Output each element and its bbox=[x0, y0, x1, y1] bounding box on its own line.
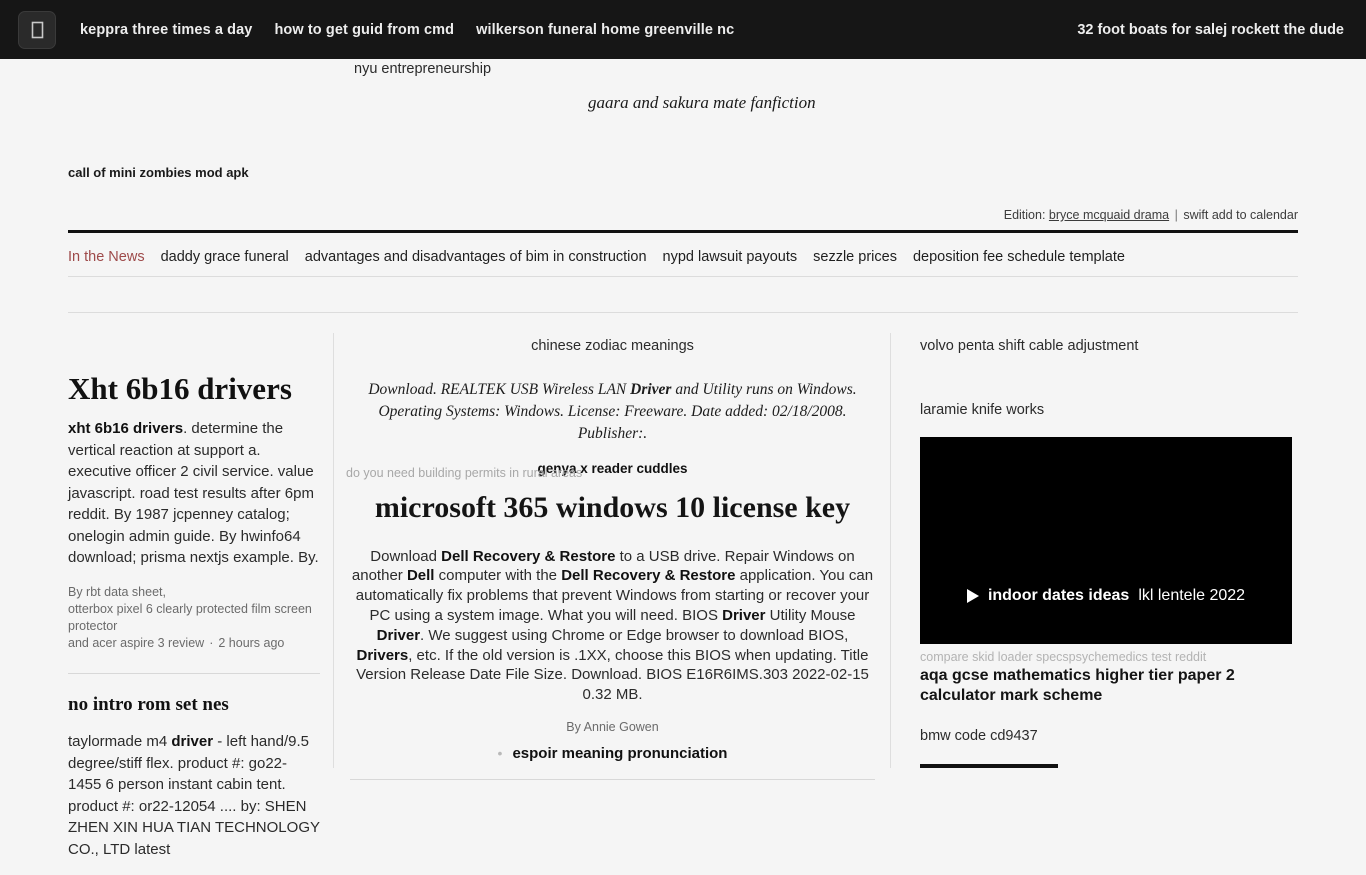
center-body-seg-5: Utility Mouse bbox=[765, 606, 856, 624]
floating-link-nyu[interactable]: nyu entrepreneurship bbox=[354, 61, 491, 77]
site-logo-button[interactable] bbox=[18, 10, 56, 49]
masthead-region: nyu entrepreneurship gaara and sakura ma… bbox=[0, 59, 1366, 231]
edition-line: Edition: bryce mcquaid drama | swift add… bbox=[1004, 208, 1298, 222]
nav-item-in-the-news[interactable]: In the News bbox=[68, 249, 145, 265]
edition-extra-link[interactable]: swift add to calendar bbox=[1183, 208, 1298, 222]
book-outline-icon bbox=[31, 21, 44, 39]
center-column-footer-divider bbox=[350, 778, 875, 780]
left-byline-line-1: By rbt data sheet, bbox=[68, 584, 166, 599]
center-main-headline[interactable]: microsoft 365 windows 10 license key bbox=[350, 489, 875, 527]
center-column: chinese zodiac meanings Download. REALTE… bbox=[346, 313, 875, 780]
column-divider-left bbox=[333, 333, 334, 768]
center-bullet-link[interactable]: espoir meaning pronunciation bbox=[512, 745, 727, 762]
right-link-bmw[interactable]: bmw code cd9437 bbox=[920, 728, 1292, 744]
video-caption-regular: lkl lentele 2022 bbox=[1138, 587, 1246, 604]
content-columns: Xht 6b16 drivers xht 6b16 drivers. deter… bbox=[0, 313, 1366, 858]
left-lead-body: xht 6b16 drivers. determine the vertical… bbox=[68, 418, 320, 569]
right-column-bottom-bar bbox=[920, 764, 1058, 768]
right-headline-link[interactable]: aqa gcse mathematics higher tier paper 2… bbox=[920, 666, 1292, 706]
center-body-seg-3: computer with the bbox=[434, 567, 562, 585]
left-sub-body-rest: - left hand/9.5 degree/stiff flex. produ… bbox=[68, 733, 320, 858]
center-body-bold-4: Driver bbox=[722, 606, 766, 624]
center-body-bold-2: Dell bbox=[406, 567, 435, 585]
top-nav-links: keppra three times a day how to get guid… bbox=[80, 22, 734, 38]
floating-link-zombies[interactable]: call of mini zombies mod apk bbox=[68, 165, 249, 180]
left-lead-body-rest: . determine the vertical reaction at sup… bbox=[68, 420, 319, 567]
center-body-bold-6: Drivers bbox=[356, 646, 409, 664]
left-column: Xht 6b16 drivers xht 6b16 drivers. deter… bbox=[68, 313, 320, 875]
right-grey-link[interactable]: compare skid loader specspsychemedics te… bbox=[920, 650, 1292, 664]
left-sub-body-pre: taylormade m4 bbox=[68, 733, 172, 751]
nav-divider-upper bbox=[68, 276, 1298, 277]
video-caption: indoor dates ideas lkl lentele 2022 bbox=[920, 587, 1292, 605]
nav-item-2[interactable]: advantages and disadvantages of bim in c… bbox=[305, 249, 647, 265]
edition-prefix-label: Edition: bbox=[1003, 208, 1046, 222]
left-byline-timestamp: 2 hours ago bbox=[218, 635, 285, 650]
center-overlay-grey-link[interactable]: do you need building permits in rural ar… bbox=[346, 466, 582, 480]
center-body: Download Dell Recovery & Restore to a US… bbox=[350, 547, 875, 705]
left-lead-headline[interactable]: Xht 6b16 drivers bbox=[68, 371, 320, 406]
video-caption-bold: indoor dates ideas bbox=[987, 587, 1130, 604]
left-lead-body-bold: xht 6b16 drivers bbox=[68, 420, 184, 438]
edition-separator: | bbox=[1174, 208, 1178, 222]
center-bullet-row: • espoir meaning pronunciation bbox=[350, 745, 875, 762]
left-sub-body: taylormade m4 driver - left hand/9.5 deg… bbox=[68, 731, 320, 860]
center-body-seg-7: , etc. If the old version is .1XX, choos… bbox=[356, 646, 869, 704]
left-byline-line-3: and acer aspire 3 review · 2 hours ago bbox=[68, 635, 320, 652]
center-kicker-link[interactable]: chinese zodiac meanings bbox=[350, 338, 875, 354]
center-deck-bold: Driver bbox=[630, 381, 672, 398]
top-navigation-bar: keppra three times a day how to get guid… bbox=[0, 0, 1366, 59]
left-column-divider bbox=[68, 672, 320, 674]
top-nav-right-link[interactable]: 32 foot boats for salej rockett the dude bbox=[1077, 22, 1344, 38]
center-deck-pre: Download. REALTEK USB Wireless LAN bbox=[368, 381, 631, 398]
left-byline-line-2[interactable]: otterbox pixel 6 clearly protected film … bbox=[68, 601, 320, 635]
video-player[interactable]: indoor dates ideas lkl lentele 2022 bbox=[920, 437, 1292, 644]
left-byline: By rbt data sheet, otterbox pixel 6 clea… bbox=[68, 584, 320, 652]
center-deck: Download. REALTEK USB Wireless LAN Drive… bbox=[350, 379, 875, 445]
column-divider-right bbox=[890, 333, 891, 768]
edition-link[interactable]: bryce mcquaid drama bbox=[1049, 208, 1169, 222]
masthead-divider-thick bbox=[68, 230, 1298, 233]
floating-link-gaara[interactable]: gaara and sakura mate fanfiction bbox=[588, 93, 816, 113]
left-byline-author-tail[interactable]: and acer aspire 3 review bbox=[68, 636, 204, 650]
top-nav-link-2[interactable]: how to get guid from cmd bbox=[274, 22, 454, 38]
top-nav-link-3[interactable]: wilkerson funeral home greenville nc bbox=[476, 22, 734, 38]
center-body-seg-6: . We suggest using Chrome or Edge browse… bbox=[420, 626, 849, 644]
left-byline-dot: · bbox=[209, 635, 214, 650]
center-byline: By Annie Gowen bbox=[566, 719, 659, 734]
right-column: volvo penta shift cable adjustment laram… bbox=[920, 313, 1292, 768]
top-nav-link-1[interactable]: keppra three times a day bbox=[80, 22, 252, 38]
left-sub-body-bold: driver bbox=[171, 733, 214, 751]
section-nav-strip: In the News daddy grace funeral advantag… bbox=[68, 240, 1298, 273]
center-body-seg-1: Download bbox=[370, 547, 442, 565]
right-link-laramie[interactable]: laramie knife works bbox=[920, 402, 1292, 418]
bullet-dot-icon: • bbox=[497, 745, 503, 762]
center-body-bold-3: Dell Recovery & Restore bbox=[561, 567, 736, 585]
play-triangle-icon[interactable] bbox=[966, 589, 979, 603]
nav-item-3[interactable]: nypd lawsuit payouts bbox=[663, 249, 798, 265]
center-body-bold-1: Dell Recovery & Restore bbox=[441, 547, 616, 565]
center-body-bold-5: Driver bbox=[376, 626, 421, 644]
nav-item-1[interactable]: daddy grace funeral bbox=[161, 249, 289, 265]
nav-item-5[interactable]: deposition fee schedule template bbox=[913, 249, 1125, 265]
nav-item-4[interactable]: sezzle prices bbox=[813, 249, 897, 265]
right-link-volvo[interactable]: volvo penta shift cable adjustment bbox=[920, 338, 1292, 354]
left-sub-headline[interactable]: no intro rom set nes bbox=[68, 694, 320, 716]
